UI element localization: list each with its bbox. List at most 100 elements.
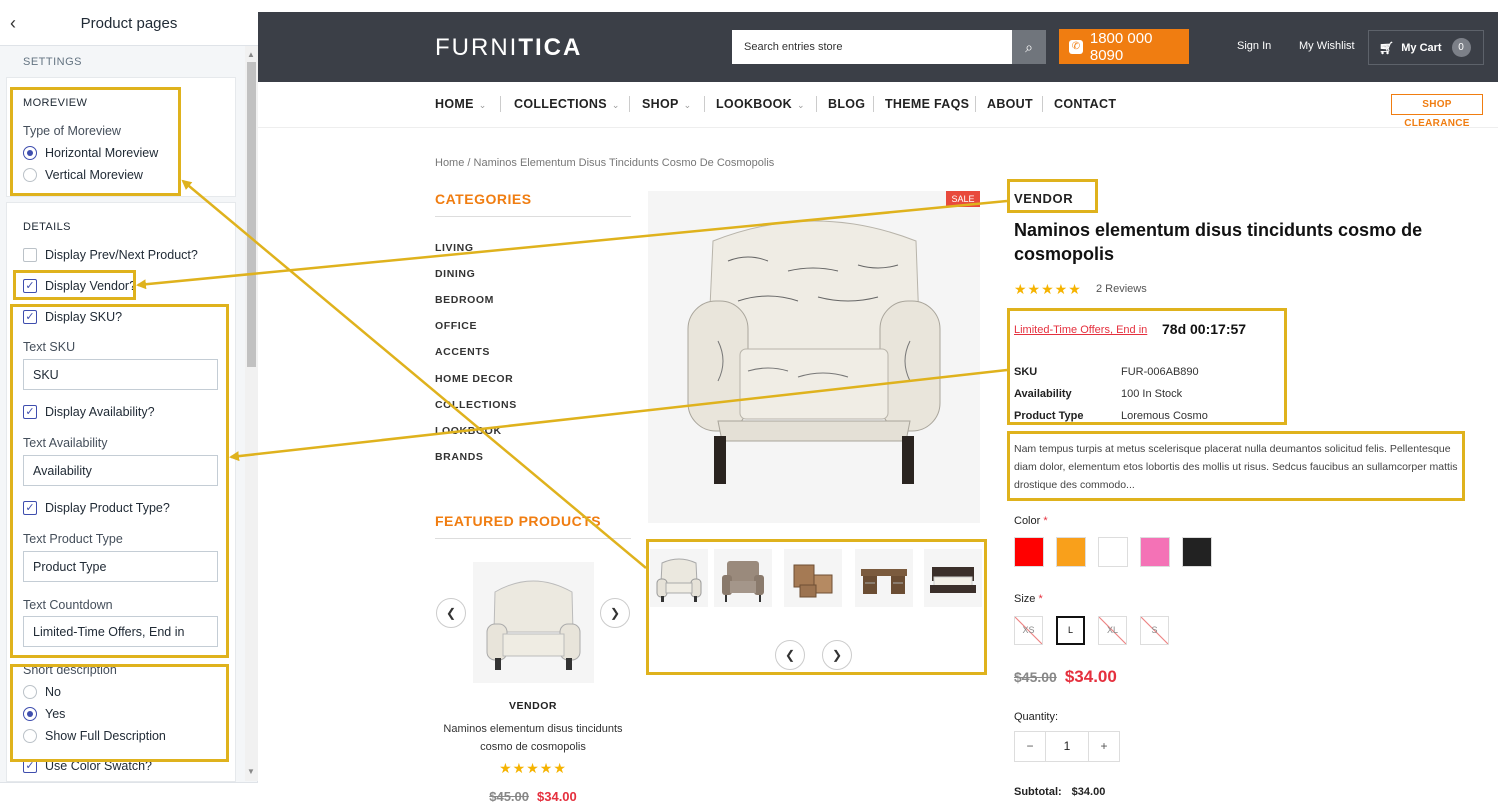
nav-collections[interactable]: COLLECTIONS ⌄	[514, 97, 620, 111]
nav-lookbook[interactable]: LOOKBOOK ⌄	[716, 97, 805, 111]
scroll-up-icon[interactable]: ▲	[247, 50, 255, 59]
category-bedroom[interactable]: BEDROOM	[435, 294, 494, 306]
required-asterisk: *	[1038, 593, 1043, 605]
nav-theme-faqs[interactable]: THEME FAQS	[885, 97, 969, 111]
chevron-down-icon: ⌄	[611, 100, 620, 110]
category-living[interactable]: LIVING	[435, 242, 474, 254]
top-bar	[258, 0, 1498, 12]
annotation-box-vendor-setting	[13, 270, 136, 300]
featured-vendor: VENDOR	[509, 700, 557, 712]
color-swatch-black[interactable]	[1182, 537, 1212, 567]
divider	[435, 538, 631, 539]
checkbox-icon[interactable]	[23, 248, 37, 262]
phone-icon: ✆	[1069, 39, 1083, 54]
nav-home[interactable]: HOME ⌄	[435, 97, 487, 111]
size-label: Size *	[1014, 593, 1043, 605]
scroll-thumb[interactable]	[247, 62, 256, 367]
color-swatch-pink[interactable]	[1140, 537, 1170, 567]
size-option-xl[interactable]: XL	[1098, 616, 1127, 645]
size-option-xs[interactable]: XS	[1014, 616, 1043, 645]
size-option-s[interactable]: S	[1140, 616, 1169, 645]
phone-button[interactable]: ✆ 1800 000 8090	[1059, 29, 1189, 64]
category-lookbook[interactable]: LOOKBOOK	[435, 425, 502, 437]
featured-title: FEATURED PRODUCTS	[435, 513, 602, 529]
store-preview: FURNITICA Search entries store ⌕ ✆ 1800 0…	[258, 0, 1498, 802]
scroll-down-icon[interactable]: ▼	[247, 767, 255, 776]
nav-contact[interactable]: CONTACT	[1054, 97, 1116, 111]
panel-footer	[0, 782, 258, 802]
featured-product-name[interactable]: Naminos elementum disus tincidunts cosmo…	[435, 720, 631, 756]
featured-product-image[interactable]	[473, 562, 594, 683]
armchair-image	[687, 220, 941, 484]
annotation-box-description	[1007, 431, 1465, 501]
color-swatch-red[interactable]	[1014, 537, 1044, 567]
category-brands[interactable]: BRANDS	[435, 451, 484, 463]
store-logo[interactable]: FURNITICA	[435, 34, 582, 62]
category-home-decor[interactable]: HOME DECOR	[435, 373, 513, 385]
plus-icon[interactable]: +	[1089, 732, 1119, 761]
panel-header: ‹ Product pages	[0, 0, 258, 46]
quantity-input[interactable]: 1	[1045, 732, 1089, 761]
annotation-box-short-description	[10, 664, 229, 762]
cart-button[interactable]: 🛒︎ My Cart 0	[1368, 30, 1484, 65]
quantity-label: Quantity:	[1014, 711, 1059, 723]
annotation-box-vendor	[1007, 179, 1098, 213]
cart-count-badge: 0	[1451, 38, 1471, 57]
product-price: $45.00 $34.00	[1014, 667, 1117, 686]
featured-price: $45.00 $34.00	[489, 789, 577, 802]
annotation-box-meta	[1007, 308, 1287, 425]
product-title: Naminos elementum disus tincidunts cosmo…	[1014, 220, 1423, 264]
search-input[interactable]: Search entries store	[732, 30, 1012, 64]
category-accents[interactable]: ACCENTS	[435, 346, 490, 358]
featured-prev-button[interactable]: ❮	[436, 598, 466, 628]
search-icon[interactable]: ⌕	[1012, 30, 1046, 64]
annotation-box-thumbnails	[646, 539, 987, 675]
featured-next-button[interactable]: ❯	[600, 598, 630, 628]
rating-stars: ★★★★★	[1014, 281, 1082, 297]
nav-separator	[500, 96, 501, 112]
category-office[interactable]: OFFICE	[435, 320, 477, 332]
details-title: DETAILS	[23, 221, 71, 233]
subtotal: Subtotal: $34.00	[1014, 786, 1106, 798]
chevron-down-icon: ⌄	[683, 100, 692, 110]
nav-separator	[1042, 96, 1043, 112]
main-nav: HOME ⌄ COLLECTIONS ⌄ SHOP ⌄ LOOKBOOK ⌄ BLOG …	[258, 82, 1498, 129]
nav-shop[interactable]: SHOP ⌄	[642, 97, 691, 111]
sale-badge: SALE	[946, 191, 980, 207]
cart-icon: 🛒︎	[1379, 40, 1395, 55]
color-label: Color *	[1014, 515, 1048, 527]
breadcrumb: Home / Naminos Elementum Disus Tincidunt…	[435, 157, 775, 169]
nav-separator	[629, 96, 630, 112]
reviews-link[interactable]: 2 Reviews	[1096, 283, 1147, 295]
prev-next-checkbox[interactable]: Display Prev/Next Product?	[23, 248, 198, 262]
nav-separator	[704, 96, 705, 112]
color-swatch-white[interactable]	[1098, 537, 1128, 567]
settings-label: SETTINGS	[23, 56, 83, 68]
size-option-l[interactable]: L	[1056, 616, 1085, 645]
nav-about[interactable]: ABOUT	[987, 97, 1033, 111]
main-product-image[interactable]	[648, 191, 980, 523]
annotation-box-sku-settings	[10, 304, 229, 658]
nav-separator	[816, 96, 817, 112]
category-dining[interactable]: DINING	[435, 268, 475, 280]
annotation-box-moreview	[10, 87, 181, 196]
divider	[435, 216, 631, 217]
categories-title: CATEGORIES	[435, 191, 532, 207]
chevron-down-icon: ⌄	[797, 100, 805, 110]
nav-separator	[873, 96, 874, 112]
sign-in-link[interactable]: Sign In	[1237, 40, 1271, 52]
required-asterisk: *	[1043, 515, 1048, 527]
quantity-stepper[interactable]: − 1 +	[1014, 731, 1120, 762]
panel-scrollbar[interactable]: ▲ ▼	[245, 46, 258, 781]
panel-title: Product pages	[80, 15, 178, 32]
chevron-down-icon: ⌄	[478, 100, 487, 110]
shop-clearance-button[interactable]: SHOP CLEARANCE	[1391, 94, 1483, 129]
color-swatch-orange[interactable]	[1056, 537, 1086, 567]
minus-icon[interactable]: −	[1015, 732, 1045, 761]
store-header: FURNITICA Search entries store ⌕ ✆ 1800 0…	[258, 12, 1498, 82]
nav-blog[interactable]: BLOG	[828, 97, 865, 111]
wishlist-link[interactable]: My Wishlist	[1299, 40, 1355, 52]
category-collections[interactable]: COLLECTIONS	[435, 399, 517, 411]
armchair-image	[486, 580, 581, 670]
nav-separator	[975, 96, 976, 112]
